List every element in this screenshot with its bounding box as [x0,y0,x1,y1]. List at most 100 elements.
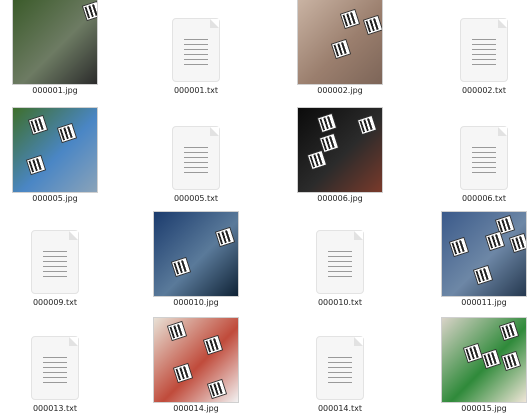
file-item-000005-jpg[interactable]: 000005.jpg [0,108,110,208]
text-line [184,49,208,50]
text-line [43,372,67,373]
text-line [43,266,67,267]
file-item-000005-txt[interactable]: 000005.txt [141,108,251,208]
text-line [328,382,352,383]
text-line [43,261,67,262]
text-line [328,367,352,368]
file-item-000002-jpg[interactable]: 000002.jpg [285,0,395,100]
qr-code-icon [486,232,504,250]
text-line [472,59,496,60]
text-line [472,54,496,55]
qr-code-icon [216,228,234,246]
text-line [43,357,67,358]
text-line [328,266,352,267]
qr-code-icon [83,2,97,20]
text-line [43,276,67,277]
file-name: 000001.jpg [32,86,78,95]
text-line [328,251,352,252]
image-thumbnail [442,318,526,402]
image-thumbnail [154,212,238,296]
file-item-000006-jpg[interactable]: 000006.jpg [285,108,395,208]
text-line [472,39,496,40]
file-item-000006-txt[interactable]: 000006.txt [429,108,532,208]
text-line [184,64,208,65]
text-line [328,362,352,363]
text-line [472,44,496,45]
text-line [184,162,208,163]
image-thumbnail [13,0,97,84]
qr-code-icon [320,134,338,152]
qr-code-icon [500,322,518,340]
file-item-000014-jpg[interactable]: 000014.jpg [141,318,251,418]
page-fold [498,19,507,28]
file-item-000014-txt[interactable]: 000014.txt [285,318,395,418]
text-line [184,167,208,168]
image-thumbnail [13,108,97,192]
file-name: 000005.jpg [32,194,78,203]
qr-code-icon [364,16,382,34]
text-line [43,251,67,252]
file-item-000001-jpg[interactable]: 000001.jpg [0,0,110,100]
text-line [43,377,67,378]
file-name: 000011.jpg [461,298,507,307]
qr-code-icon [29,116,47,134]
file-name: 000010.jpg [173,298,219,307]
qr-code-icon [308,151,326,169]
text-line [472,147,496,148]
text-line [43,382,67,383]
page-fold [498,127,507,136]
text-line [184,44,208,45]
file-item-000010-jpg[interactable]: 000010.jpg [141,212,251,312]
text-line [184,157,208,158]
qr-code-icon [168,322,186,340]
document-lines-icon [31,230,79,294]
file-name: 000001.txt [173,86,219,95]
file-item-000013-txt[interactable]: 000013.txt [0,318,110,418]
file-name: 000013.txt [32,404,78,413]
file-name: 000006.jpg [317,194,363,203]
document-lines-icon [172,18,220,82]
qr-code-icon [208,380,226,398]
page-fold [210,19,219,28]
qr-code-icon [358,116,376,134]
text-line [43,362,67,363]
image-thumbnail [298,0,382,84]
qr-code-icon [332,40,350,58]
image-thumbnail [154,318,238,402]
text-line [184,39,208,40]
text-line [184,54,208,55]
file-item-000015-jpg[interactable]: 000015.jpg [429,318,532,418]
qr-code-icon [341,10,359,28]
file-item-000009-txt[interactable]: 000009.txt [0,212,110,312]
file-item-000002-txt[interactable]: 000002.txt [429,0,532,100]
page-fold [69,231,78,240]
file-item-000001-txt[interactable]: 000001.txt [141,0,251,100]
file-name: 000015.jpg [461,404,507,413]
document-lines-icon [31,336,79,400]
file-item-000011-jpg[interactable]: 000011.jpg [429,212,532,312]
file-item-000010-txt[interactable]: 000010.txt [285,212,395,312]
document-lines-icon [460,18,508,82]
page-fold [69,337,78,346]
text-line [472,167,496,168]
text-line [472,162,496,163]
document-lines-icon [460,126,508,190]
text-line [472,157,496,158]
document-lines-icon [316,336,364,400]
text-line [43,256,67,257]
document-lines-icon [172,126,220,190]
qr-code-icon [510,234,526,252]
text-line [184,172,208,173]
image-thumbnail [442,212,526,296]
qr-code-icon [172,258,190,276]
text-line [328,377,352,378]
text-line [472,49,496,50]
text-line [328,357,352,358]
image-thumbnail [298,108,382,192]
qr-code-icon [58,124,76,142]
text-line [472,64,496,65]
page-fold [210,127,219,136]
file-name: 000009.txt [32,298,78,307]
text-line [184,152,208,153]
text-line [184,147,208,148]
